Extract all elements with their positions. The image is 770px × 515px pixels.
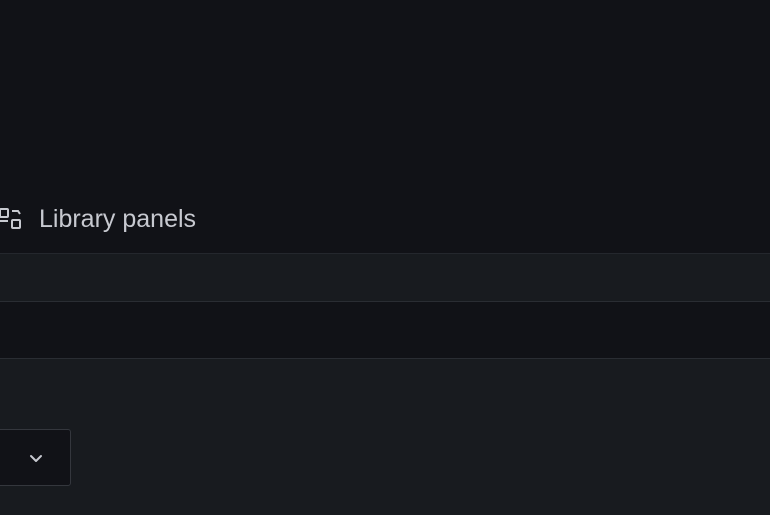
library-panels-label[interactable]: Library panels (39, 203, 196, 235)
panel-row (0, 302, 770, 359)
library-panels-icon[interactable] (0, 206, 24, 232)
panel-area (0, 359, 770, 515)
dropdown-select[interactable] (0, 429, 71, 486)
chevron-down-icon (30, 455, 42, 462)
page: Library panels (0, 0, 770, 515)
panel-row (0, 253, 770, 302)
